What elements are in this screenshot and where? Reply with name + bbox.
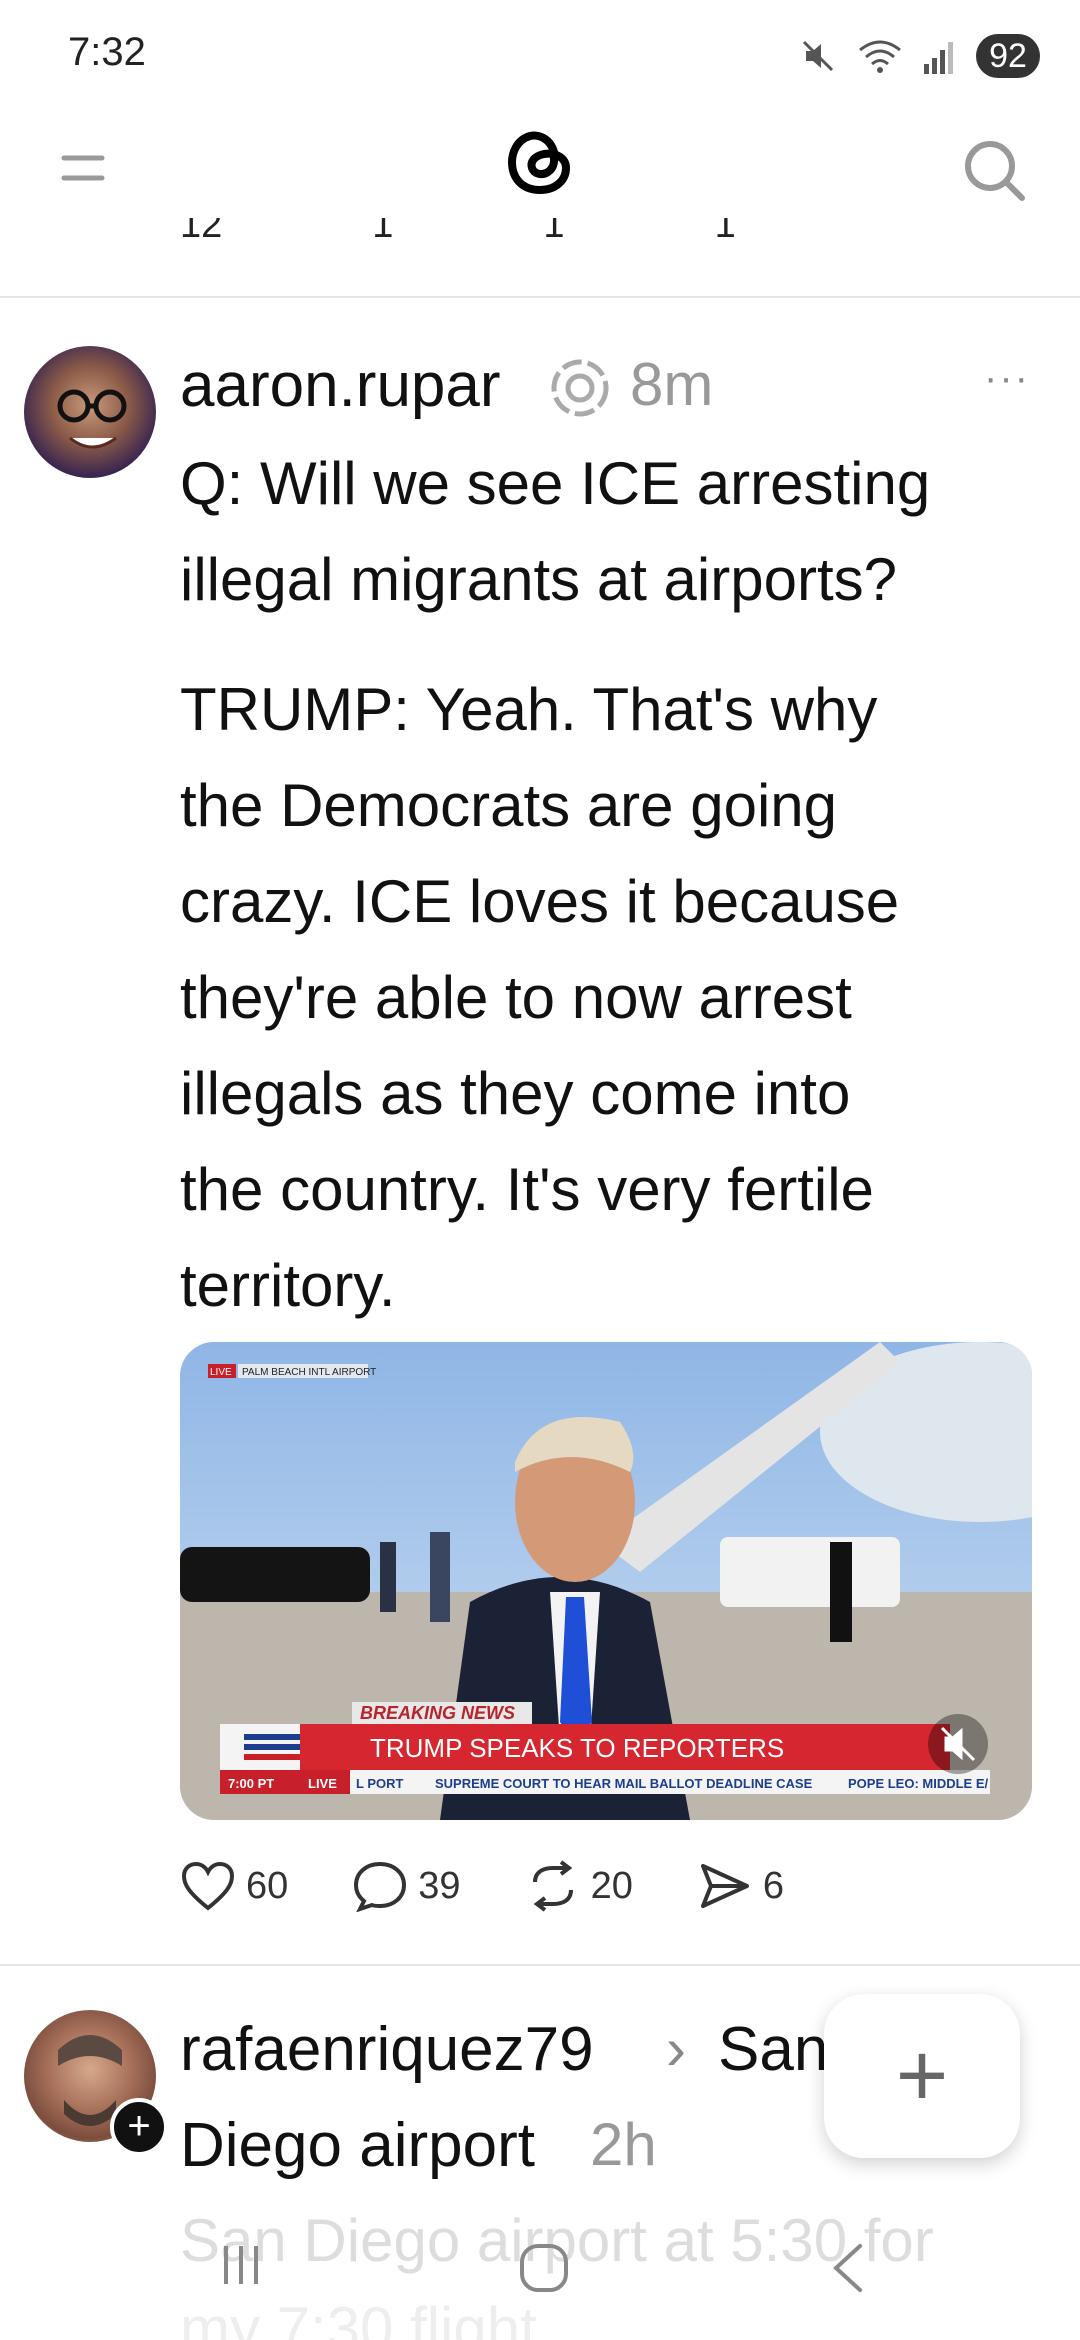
- repost-button[interactable]: 20: [525, 1860, 633, 1912]
- comment-icon: [354, 1861, 407, 1912]
- back-icon[interactable]: [826, 2240, 870, 2296]
- home-icon[interactable]: [516, 2240, 572, 2296]
- text-line: the Democrats are going: [180, 772, 838, 839]
- avatar-face-icon: [57, 389, 127, 449]
- post-actions: 60 39 20 6: [180, 1860, 808, 1912]
- plus-icon: +: [895, 2026, 949, 2126]
- reply-count: 39: [418, 1864, 461, 1907]
- live-badge: LIVE: [308, 1776, 337, 1791]
- like-count: 60: [246, 1864, 289, 1907]
- next-post-username[interactable]: rafaenriquez79: [180, 2014, 594, 2085]
- text-line: illegals as they come into: [180, 1060, 851, 1127]
- share-count: 6: [762, 1864, 784, 1907]
- search-icon[interactable]: [962, 138, 1028, 204]
- more-options-icon[interactable]: ···: [984, 356, 1030, 401]
- threads-badge-icon: [551, 359, 609, 417]
- share-button[interactable]: 6: [697, 1860, 784, 1912]
- prev-shares: 1: [714, 218, 736, 246]
- repost-count: 20: [590, 1864, 633, 1907]
- post-username[interactable]: aaron.rupar: [180, 350, 501, 421]
- breaking-news: BREAKING NEWS: [360, 1703, 515, 1723]
- post-divider: [0, 1964, 1080, 1966]
- post-paragraph-1: Q: Will we see ICE arresting illegal mig…: [180, 436, 930, 628]
- status-time: 7:32: [68, 30, 146, 74]
- post-time: 8m: [630, 351, 714, 418]
- headline: TRUMP SPEAKS TO REPORTERS: [370, 1733, 784, 1763]
- signal-icon: [924, 42, 953, 74]
- battery-level: 92: [976, 34, 1040, 78]
- ticker-item: POPE LEO: MIDDLE E/: [848, 1776, 989, 1791]
- live-tag: LIVE: [210, 1367, 232, 1378]
- ticker-item: SUPREME COURT TO HEAR MAIL BALLOT DEADLI…: [435, 1776, 813, 1791]
- wifi-icon: [859, 40, 901, 73]
- new-thread-button[interactable]: +: [824, 1994, 1020, 2158]
- next-post-time: 2h: [590, 2111, 657, 2178]
- previous-post-actions: 12 1 1 1: [180, 218, 736, 258]
- topic-tag-continued[interactable]: Diego airport: [180, 2110, 535, 2181]
- ticker-item: L PORT: [356, 1776, 403, 1791]
- mute-icon: [802, 40, 834, 72]
- prev-likes: 12: [180, 218, 223, 246]
- text-line: crazy. ICE loves it because: [180, 868, 900, 935]
- text-line: TRUMP: Yeah. That's why: [180, 676, 878, 743]
- post-paragraph-2: TRUMP: Yeah. That's why the Democrats ar…: [180, 662, 899, 1334]
- system-nav-bar: [0, 2220, 1080, 2340]
- post-video[interactable]: LIVE PALM BEACH INTL AIRPORT BREAKING NE…: [180, 1342, 1032, 1820]
- text-line: Q: Will we see ICE arresting: [180, 450, 931, 517]
- status-icons: 92: [798, 34, 1040, 78]
- prev-reposts: 1: [543, 218, 565, 246]
- follow-button[interactable]: +: [110, 2098, 168, 2156]
- repost-icon: [532, 1860, 573, 1912]
- recent-apps-icon[interactable]: [216, 2240, 266, 2290]
- text-line: the country. It's very fertile: [180, 1156, 874, 1223]
- text-line: illegal migrants at airports?: [180, 546, 897, 613]
- topic-tag[interactable]: San: [718, 2014, 828, 2085]
- text-line: they're able to now arrest: [180, 964, 852, 1031]
- avatar[interactable]: [24, 346, 156, 478]
- chevron-right-icon: ›: [666, 2015, 686, 2082]
- prev-replies: 1: [372, 218, 394, 246]
- text-line: territory.: [180, 1252, 396, 1319]
- menu-icon[interactable]: [60, 150, 106, 186]
- threads-logo-icon[interactable]: [500, 122, 580, 202]
- broadcast-time: 7:00 PT: [228, 1776, 274, 1791]
- reply-button[interactable]: 39: [352, 1860, 461, 1912]
- header-divider: [0, 296, 1080, 298]
- like-button[interactable]: 60: [180, 1860, 288, 1912]
- send-icon: [700, 1864, 749, 1908]
- video-frame-image: LIVE PALM BEACH INTL AIRPORT BREAKING NE…: [180, 1342, 1032, 1820]
- location-tag: PALM BEACH INTL AIRPORT: [242, 1367, 376, 1378]
- heart-icon: [181, 1861, 235, 1911]
